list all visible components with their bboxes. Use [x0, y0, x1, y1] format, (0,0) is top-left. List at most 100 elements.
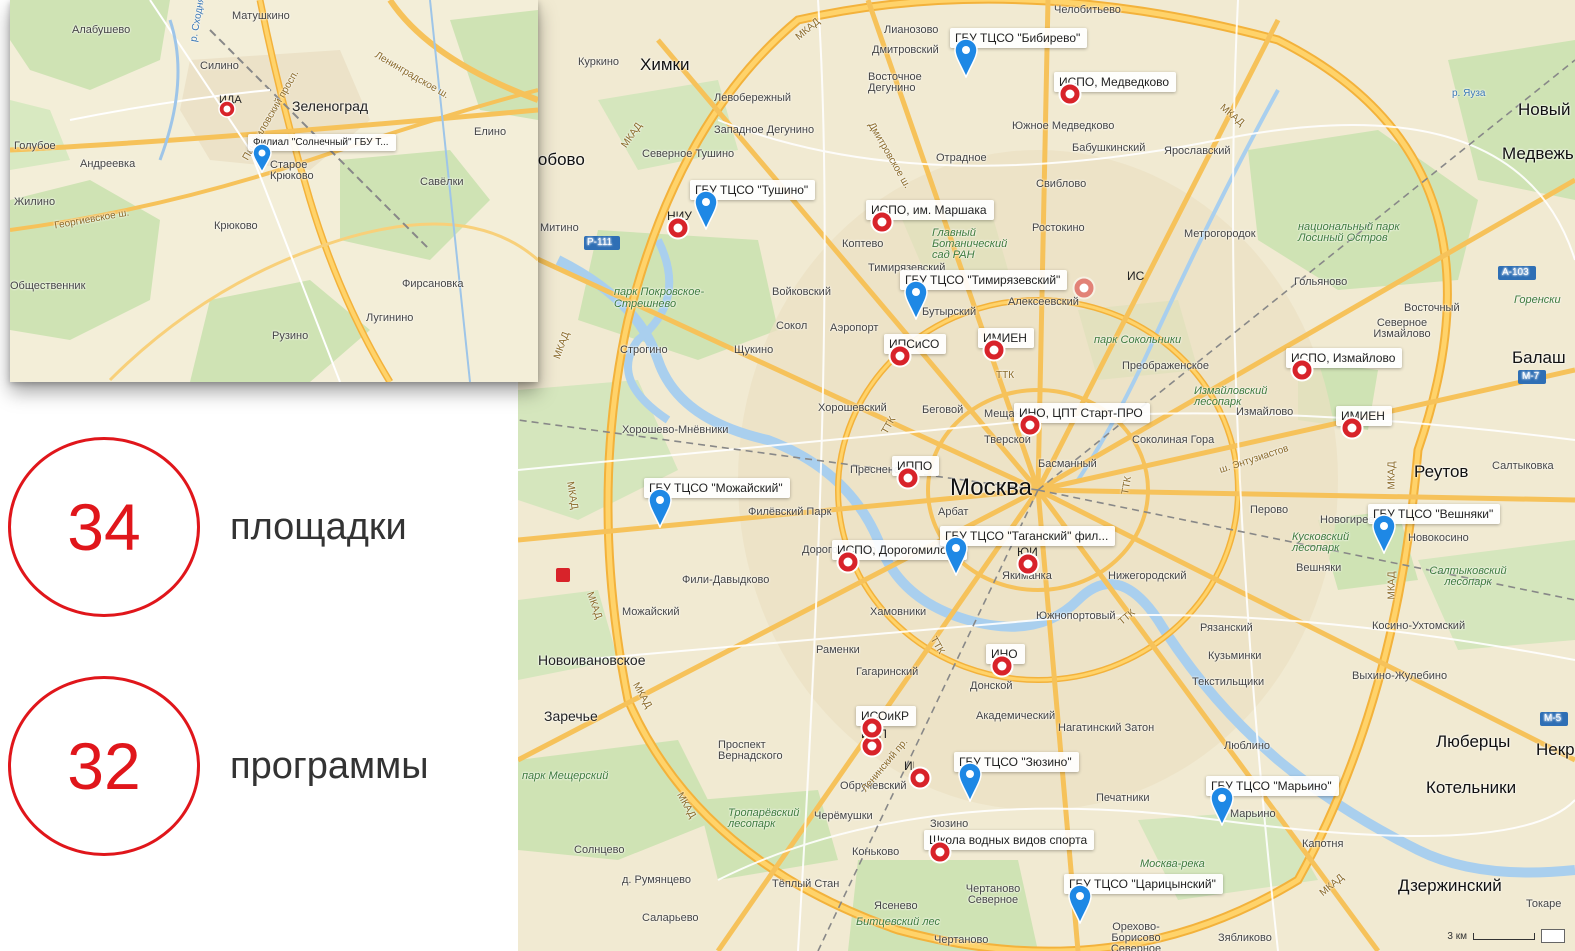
place-label: парк Мещерский [522, 770, 609, 782]
stat-caption: площадки [230, 505, 407, 548]
map-pin-center[interactable]: ГБУ ТЦСО "Можайский" [644, 478, 790, 528]
place-label: Саларьево [642, 912, 699, 924]
place-label: Марьино [1230, 808, 1276, 820]
place-label: Гагаринский [856, 666, 919, 678]
place-label: Северное Тушино [642, 148, 735, 160]
map-pin-center[interactable]: ГБУ ТЦСО "Тимирязевский" [900, 270, 1068, 320]
place-label: Бабушкинский [1072, 142, 1146, 154]
place-label: Выхино-Жулебино [1352, 670, 1448, 682]
place-label: парк Сокольники [1094, 334, 1182, 346]
map-pin-institute[interactable]: ИСОиКР [856, 706, 917, 740]
place-label: Соколиная Гора [1132, 434, 1215, 446]
place-label: Щукино [734, 344, 774, 356]
place-label: Савёлки [420, 176, 464, 188]
place-label: Сокол [776, 320, 808, 332]
place-label: Дмитровский [872, 44, 939, 56]
place-label: Северное Измайлово [1373, 317, 1431, 340]
place-label: Тропарёвский лесопарк [728, 807, 800, 830]
main-map-moscow[interactable]: Р-111 А-103 М-7 М-5 Химки Куркино Лианоз… [518, 0, 1575, 951]
place-label: Зюзино [930, 818, 969, 830]
place-label: Реутов [1414, 462, 1469, 481]
place-label: Орехово-Борисово Северное [1110, 921, 1162, 951]
place-label: национальный парк Лосиный Остров [1298, 221, 1400, 244]
place-label: д. Румянцево [622, 874, 691, 886]
map-pin-center[interactable]: Филиал "Солнечный" ГБУ Т... [248, 134, 396, 173]
place-label: Заречье [544, 708, 598, 724]
place-label: Елино [474, 126, 507, 138]
place-label: Некра [1536, 740, 1575, 759]
place-label: Строгино [620, 344, 668, 356]
place-label: Фирсановка [402, 278, 464, 290]
map-pin-institute[interactable]: ИС [1072, 266, 1151, 300]
map-pin-institute[interactable]: ИМИЕН [1336, 406, 1392, 440]
map-pin-institute[interactable]: ИППО [892, 456, 940, 490]
map-pin-center[interactable]: ГБУ ТЦСО "Марьино" [1206, 776, 1339, 826]
place-label: Хорошево-Мнёвники [622, 424, 729, 436]
place-label: Митино [540, 222, 579, 234]
scale-bar [1473, 932, 1535, 940]
map-pin-institute[interactable]: ИСПО, Измайлово [1286, 348, 1403, 382]
river-label: Москва-река [1140, 858, 1205, 870]
place-label: Басманный [1038, 458, 1097, 470]
map-pin-center[interactable]: ГБУ ТЦСО "Царицынский" [1064, 874, 1223, 924]
place-label: Силино [200, 60, 239, 72]
place-label: Войковский [772, 286, 831, 298]
route-label: Р-111 [587, 237, 613, 248]
place-label: Перово [1250, 504, 1289, 516]
place-label: Восточное Дегунино [868, 71, 922, 94]
map-pin-institute[interactable]: ИКП [904, 756, 932, 790]
place-label: Хорошевский [818, 402, 887, 414]
map-pin-institute[interactable]: ИМИЕН [978, 328, 1034, 362]
place-label: Измайловский лесопарк [1194, 385, 1268, 408]
map-pin-institute[interactable]: ИНО [986, 644, 1025, 678]
place-label: Салтыковский лесопарк [1429, 565, 1507, 588]
map-pin-center[interactable]: ГБУ ТЦСО "Вешняки" [1368, 504, 1501, 554]
map-pin-institute[interactable]: ИПСиСО [884, 334, 947, 368]
place-label: Котельники [1426, 778, 1517, 797]
place-label: Печатники [1096, 792, 1150, 804]
place-label: Жилино [14, 196, 56, 208]
place-label: Измайлово [1236, 406, 1294, 418]
place-label: Голубое [14, 140, 56, 152]
place-label: Филёвский Парк [748, 506, 832, 518]
inset-map-zelenograd[interactable]: Алабушево Матушкино Силино Зеленоград Ле… [10, 0, 538, 382]
place-label: Текстильщики [1192, 676, 1265, 688]
map-pin-institute[interactable]: ИСПО, Медведково [1054, 72, 1177, 106]
place-label: Куркино [578, 56, 620, 68]
place-label: Крюково [214, 220, 258, 232]
place-label: Нагатинский Затон [1058, 722, 1155, 734]
place-label: Капотня [1302, 838, 1344, 850]
ruler-icon[interactable] [1541, 929, 1565, 943]
place-label: Чертаново Северное [965, 883, 1021, 906]
river-label: р. Яуза [1452, 88, 1486, 99]
map-pin-institute[interactable]: ИНО, ЦПТ Старт-ПРО [1014, 403, 1150, 437]
place-label: Южное Медведково [1012, 120, 1115, 132]
map-pin-center[interactable]: ГБУ ТЦСО "Тушино" [690, 180, 816, 230]
stat-programs: 32 программы [8, 676, 429, 856]
place-label: Чертаново [934, 934, 989, 946]
place-label: Арбат [938, 506, 969, 518]
map-pin-institute[interactable]: Школа водных видов спорта [924, 830, 1095, 864]
place-label: Беговой [922, 404, 964, 416]
map-pin-center[interactable]: ГБУ ТЦСО "Бибирево" [950, 28, 1088, 78]
stat-circle: 32 [8, 676, 200, 856]
place-label: Аэропорт [830, 322, 879, 334]
pin-label: ИС [1127, 269, 1145, 283]
place-label: Западное Дегунино [714, 124, 815, 136]
place-label: Рязанский [1200, 622, 1253, 634]
place-label: Общественник [10, 280, 86, 292]
map-pin-institute[interactable]: ИСПО, им. Маршака [866, 200, 994, 234]
place-label: Свиблово [1036, 178, 1087, 190]
place-label: Косино-Ухтомский [1372, 620, 1466, 632]
place-label: Главный Ботанический сад РАН [932, 227, 1008, 261]
place-label: Лугинино [366, 312, 414, 324]
place-label: Химки [640, 55, 690, 74]
place-label: Восточный [1404, 302, 1460, 314]
map-pin-center[interactable]: ГБУ ТЦСО "Таганский" фил... [940, 526, 1116, 576]
place-label: Преображенское [1122, 360, 1210, 372]
place-label: Бутырский [922, 306, 977, 318]
map-pin-institute[interactable]: ИДА [218, 91, 249, 118]
place-label: Левобережный [714, 92, 792, 104]
map-pin-center[interactable]: ГБУ ТЦСО "Зюзино" [954, 752, 1079, 802]
route-label: М-7 [1522, 371, 1540, 382]
